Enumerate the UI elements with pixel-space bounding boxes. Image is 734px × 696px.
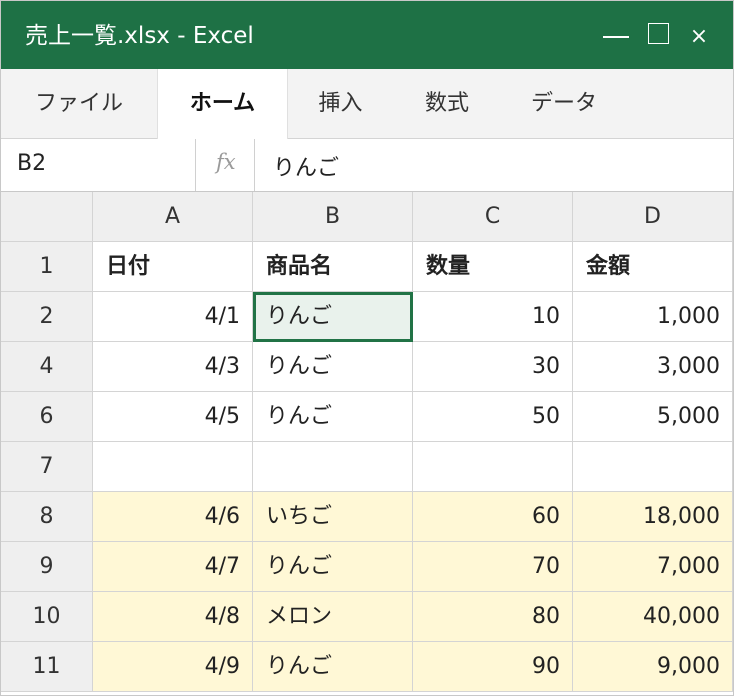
row-header-10[interactable]: 10	[1, 592, 93, 642]
name-box[interactable]: B2	[1, 139, 196, 191]
tab-1[interactable]: ファイル	[1, 69, 157, 138]
window-title: 売上一覧.xlsx - Excel	[25, 23, 254, 49]
row-header-9[interactable]: 9	[1, 542, 93, 592]
cell-c10[interactable]: 80	[413, 592, 573, 642]
tab-3[interactable]: 挿入	[286, 69, 395, 138]
minimize-icon	[603, 36, 629, 38]
select-all-corner[interactable]	[1, 192, 93, 242]
cell-a8[interactable]: 4/6	[93, 492, 253, 542]
tab-5[interactable]: データ	[499, 69, 629, 138]
fx-icon: fx	[216, 150, 236, 174]
cell-d4[interactable]: 3,000	[573, 342, 733, 392]
tab-2[interactable]: ホーム	[157, 69, 288, 139]
cell-a10[interactable]: 4/8	[93, 592, 253, 642]
tab-4[interactable]: 数式	[395, 69, 499, 138]
cell-c6[interactable]: 50	[413, 392, 573, 442]
cell-a1[interactable]: 日付	[93, 242, 253, 292]
cell-d9[interactable]: 7,000	[573, 542, 733, 592]
cell-d8[interactable]: 18,000	[573, 492, 733, 542]
formula-input[interactable]: りんご	[273, 150, 339, 182]
cell-b6[interactable]: りんご	[253, 392, 413, 442]
cell-d6[interactable]: 5,000	[573, 392, 733, 442]
row-header-6[interactable]: 6	[1, 392, 93, 442]
cell-d11[interactable]: 9,000	[573, 642, 733, 692]
cell-c9[interactable]: 70	[413, 542, 573, 592]
cell-c4[interactable]: 30	[413, 342, 573, 392]
close-icon: ×	[689, 24, 709, 49]
cell-b8[interactable]: いちご	[253, 492, 413, 542]
cell-c1[interactable]: 数量	[413, 242, 573, 292]
spreadsheet-grid: A B C D 1 日付 商品名 数量 金額 2 4/1 りんご 10 1,000 4 4/3 りんご 30 3,0…	[1, 192, 733, 695]
formula-bar: B2 fx りんご	[1, 139, 733, 192]
maximize-button[interactable]	[648, 19, 672, 51]
cell-d10[interactable]: 40,000	[573, 592, 733, 642]
cell-d7[interactable]	[573, 442, 733, 492]
row-header-2[interactable]: 2	[1, 292, 93, 342]
column-header-c[interactable]: C	[413, 192, 573, 242]
excel-window: 売上一覧.xlsx - Excel × ファイル ホーム 挿入 数式 データ B2 fx…	[0, 0, 734, 696]
cell-c7[interactable]	[413, 442, 573, 492]
cell-b10[interactable]: メロン	[253, 592, 413, 642]
cell-a4[interactable]: 4/3	[93, 342, 253, 392]
column-header-d[interactable]: D	[573, 192, 733, 242]
cell-b11[interactable]: りんご	[253, 642, 413, 692]
row-header-4[interactable]: 4	[1, 342, 93, 392]
cell-b9[interactable]: りんご	[253, 542, 413, 592]
cell-c2[interactable]: 10	[413, 292, 573, 342]
cell-b4[interactable]: りんご	[253, 342, 413, 392]
ribbon-tabs: ファイル ホーム 挿入 数式 データ	[1, 69, 733, 139]
cell-a7[interactable]	[93, 442, 253, 492]
cell-b7[interactable]	[253, 442, 413, 492]
row-header-11[interactable]: 11	[1, 642, 93, 692]
cell-a11[interactable]: 4/9	[93, 642, 253, 692]
column-header-b[interactable]: B	[253, 192, 413, 242]
row-header-8[interactable]: 8	[1, 492, 93, 542]
cell-c11[interactable]: 90	[413, 642, 573, 692]
insert-function-button[interactable]: fx	[196, 139, 255, 191]
title-bar: 売上一覧.xlsx - Excel ×	[1, 1, 733, 69]
cell-b2[interactable]: りんご	[253, 292, 413, 342]
row-header-1[interactable]: 1	[1, 242, 93, 292]
cell-a6[interactable]: 4/5	[93, 392, 253, 442]
row-header-7[interactable]: 7	[1, 442, 93, 492]
close-button[interactable]: ×	[687, 19, 711, 51]
cell-d1[interactable]: 金額	[573, 242, 733, 292]
minimize-button[interactable]	[601, 19, 631, 51]
cell-d2[interactable]: 1,000	[573, 292, 733, 342]
cell-c8[interactable]: 60	[413, 492, 573, 542]
cell-a2[interactable]: 4/1	[93, 292, 253, 342]
cell-b1[interactable]: 商品名	[253, 242, 413, 292]
column-header-a[interactable]: A	[93, 192, 253, 242]
maximize-icon	[648, 23, 669, 44]
name-box-value: B2	[17, 151, 47, 176]
cell-a9[interactable]: 4/7	[93, 542, 253, 592]
